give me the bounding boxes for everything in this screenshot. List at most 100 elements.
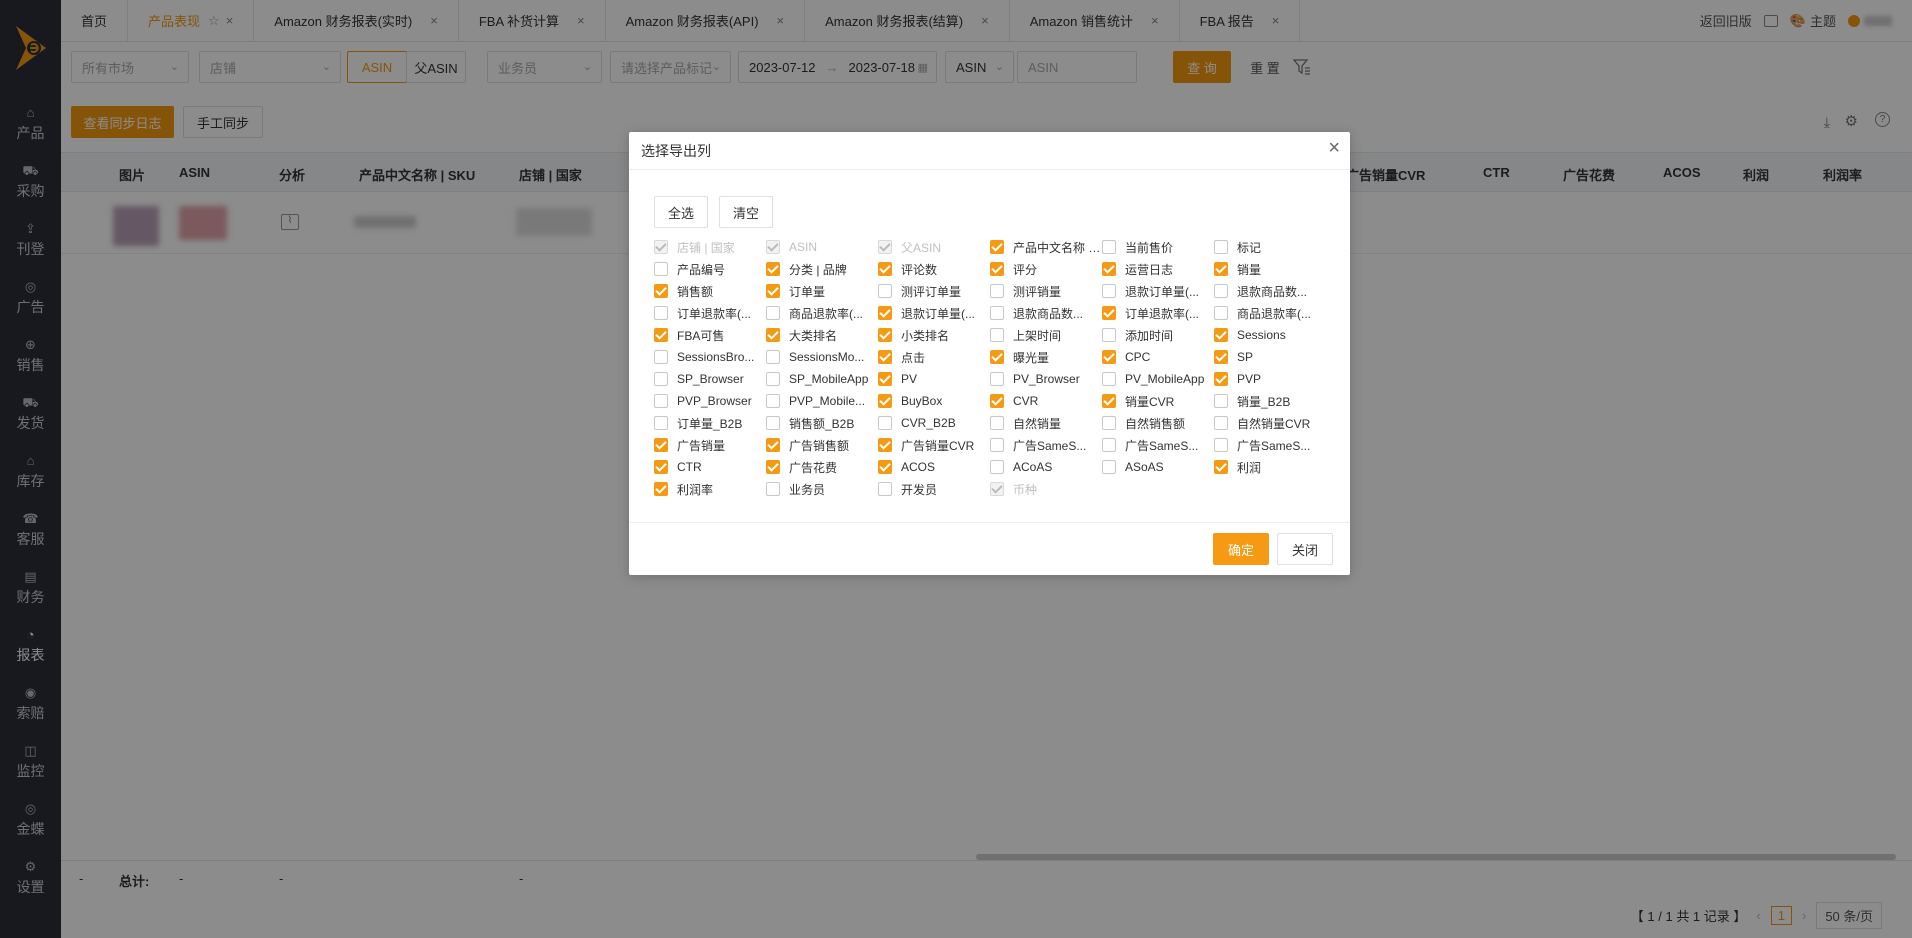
column-checkbox[interactable]: 产品编号 <box>654 258 766 280</box>
column-checkbox[interactable]: 大类排名 <box>766 324 878 346</box>
checkbox[interactable] <box>878 350 892 364</box>
checkbox[interactable] <box>766 438 780 452</box>
checkbox[interactable] <box>1102 328 1116 342</box>
close-icon[interactable]: × <box>1328 138 1340 158</box>
column-checkbox[interactable]: FBA可售 <box>654 324 766 346</box>
checkbox[interactable] <box>990 284 1004 298</box>
checkbox[interactable] <box>878 284 892 298</box>
column-checkbox[interactable]: 商品退款率(... <box>766 302 878 324</box>
column-checkbox[interactable]: 点击 <box>878 346 990 368</box>
checkbox[interactable] <box>654 350 668 364</box>
column-checkbox[interactable]: 业务员 <box>766 478 878 500</box>
column-checkbox[interactable]: 添加时间 <box>1102 324 1214 346</box>
column-checkbox[interactable]: 利润率 <box>654 478 766 500</box>
column-checkbox[interactable]: 广告SameS... <box>1102 434 1214 456</box>
checkbox[interactable] <box>654 284 668 298</box>
checkbox[interactable] <box>1102 306 1116 320</box>
checkbox[interactable] <box>1214 416 1228 430</box>
checkbox[interactable] <box>878 306 892 320</box>
column-checkbox[interactable]: PVP <box>1214 368 1326 390</box>
column-checkbox[interactable]: 广告SameS... <box>990 434 1102 456</box>
column-checkbox[interactable]: 广告SameS... <box>1214 434 1326 456</box>
column-checkbox[interactable]: CPC <box>1102 346 1214 368</box>
checkbox[interactable] <box>878 372 892 386</box>
checkbox[interactable] <box>766 284 780 298</box>
column-checkbox[interactable]: PVP_Browser <box>654 390 766 412</box>
column-checkbox[interactable]: ACOS <box>878 456 990 478</box>
column-checkbox[interactable]: 退款订单量(... <box>1102 280 1214 302</box>
checkbox[interactable] <box>1214 262 1228 276</box>
column-checkbox[interactable]: 广告销量CVR <box>878 434 990 456</box>
checkbox[interactable] <box>878 416 892 430</box>
column-checkbox[interactable]: CVR_B2B <box>878 412 990 434</box>
column-checkbox[interactable]: 运营日志 <box>1102 258 1214 280</box>
checkbox[interactable] <box>766 460 780 474</box>
column-checkbox[interactable]: 标记 <box>1214 236 1326 258</box>
checkbox[interactable] <box>1214 460 1228 474</box>
column-checkbox[interactable]: 订单量 <box>766 280 878 302</box>
checkbox[interactable] <box>878 438 892 452</box>
column-checkbox[interactable]: 订单退款率(... <box>654 302 766 324</box>
checkbox[interactable] <box>1102 416 1116 430</box>
column-checkbox[interactable]: PV_MobileApp <box>1102 368 1214 390</box>
checkbox[interactable] <box>1102 262 1116 276</box>
checkbox[interactable] <box>1214 394 1228 408</box>
checkbox[interactable] <box>654 306 668 320</box>
column-checkbox[interactable]: CVR <box>990 390 1102 412</box>
column-checkbox[interactable]: 销量CVR <box>1102 390 1214 412</box>
column-checkbox[interactable]: SP_Browser <box>654 368 766 390</box>
column-checkbox[interactable]: 销量_B2B <box>1214 390 1326 412</box>
column-checkbox[interactable]: 利润 <box>1214 456 1326 478</box>
column-checkbox[interactable]: 自然销售额 <box>1102 412 1214 434</box>
column-checkbox[interactable]: 销量 <box>1214 258 1326 280</box>
checkbox[interactable] <box>1102 460 1116 474</box>
checkbox[interactable] <box>654 460 668 474</box>
column-checkbox[interactable]: 订单量_B2B <box>654 412 766 434</box>
checkbox[interactable] <box>1102 284 1116 298</box>
column-checkbox[interactable]: SP <box>1214 346 1326 368</box>
checkbox[interactable] <box>1214 328 1228 342</box>
checkbox[interactable] <box>1214 438 1228 452</box>
confirm-button[interactable]: 确定 <box>1213 533 1269 565</box>
checkbox[interactable] <box>766 328 780 342</box>
column-checkbox[interactable]: 测评订单量 <box>878 280 990 302</box>
checkbox[interactable] <box>654 416 668 430</box>
select-all-button[interactable]: 全选 <box>654 196 708 228</box>
checkbox[interactable] <box>990 350 1004 364</box>
checkbox[interactable] <box>654 482 668 496</box>
column-checkbox[interactable]: 评分 <box>990 258 1102 280</box>
checkbox[interactable] <box>878 262 892 276</box>
column-checkbox[interactable]: SessionsMo... <box>766 346 878 368</box>
checkbox[interactable] <box>990 416 1004 430</box>
column-checkbox[interactable]: 订单退款率(... <box>1102 302 1214 324</box>
column-checkbox[interactable]: 曝光量 <box>990 346 1102 368</box>
checkbox[interactable] <box>654 262 668 276</box>
column-checkbox[interactable]: 小类排名 <box>878 324 990 346</box>
column-checkbox[interactable]: 上架时间 <box>990 324 1102 346</box>
checkbox[interactable] <box>990 460 1004 474</box>
column-checkbox[interactable]: 产品中文名称 | SKU <box>990 236 1102 258</box>
checkbox[interactable] <box>766 350 780 364</box>
clear-button[interactable]: 清空 <box>719 196 773 228</box>
column-checkbox[interactable]: PV_Browser <box>990 368 1102 390</box>
checkbox[interactable] <box>1102 240 1116 254</box>
checkbox[interactable] <box>878 328 892 342</box>
close-button[interactable]: 关闭 <box>1277 533 1333 565</box>
column-checkbox[interactable]: 分类 | 品牌 <box>766 258 878 280</box>
checkbox[interactable] <box>766 262 780 276</box>
checkbox[interactable] <box>1214 284 1228 298</box>
column-checkbox[interactable]: SessionsBro... <box>654 346 766 368</box>
checkbox[interactable] <box>990 306 1004 320</box>
column-checkbox[interactable]: BuyBox <box>878 390 990 412</box>
checkbox[interactable] <box>1214 372 1228 386</box>
checkbox[interactable] <box>654 394 668 408</box>
column-checkbox[interactable]: PVP_Mobile... <box>766 390 878 412</box>
checkbox[interactable] <box>1214 240 1228 254</box>
checkbox[interactable] <box>766 416 780 430</box>
checkbox[interactable] <box>990 262 1004 276</box>
column-checkbox[interactable]: 销售额 <box>654 280 766 302</box>
checkbox[interactable] <box>1102 372 1116 386</box>
checkbox[interactable] <box>766 482 780 496</box>
column-checkbox[interactable]: 自然销量CVR <box>1214 412 1326 434</box>
column-checkbox[interactable]: 开发员 <box>878 478 990 500</box>
